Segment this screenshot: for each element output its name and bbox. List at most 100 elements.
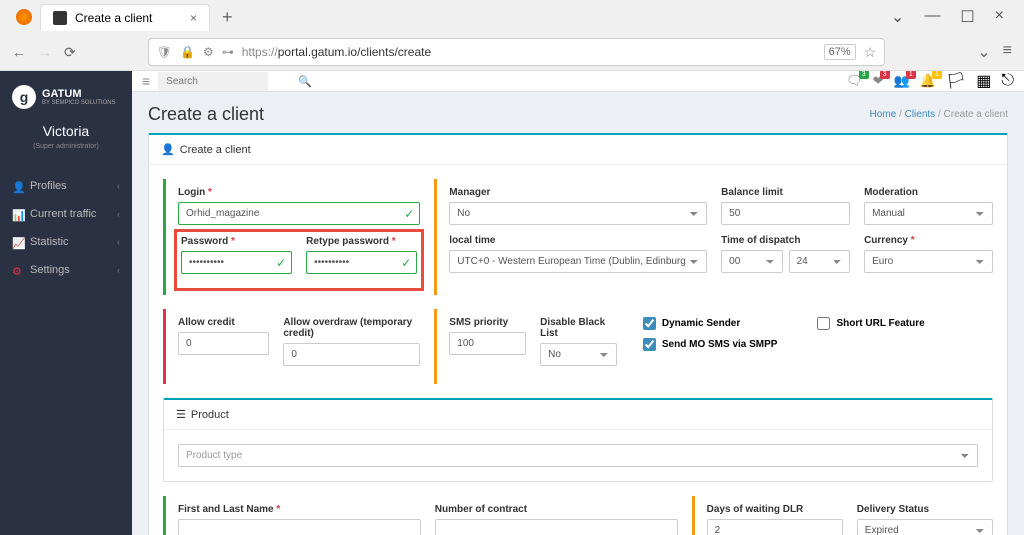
credit-input[interactable]	[178, 332, 269, 355]
page-title: Create a client	[148, 104, 264, 125]
sidebar-item-profiles[interactable]: 👤Profiles‹	[0, 172, 132, 200]
permissions-icon[interactable]: ⚙	[203, 45, 214, 59]
search-input[interactable]	[166, 76, 298, 87]
product-icon: ☰	[176, 408, 186, 421]
logout-icon[interactable]: ⎋	[1001, 72, 1014, 90]
sms-section: SMS priority Disable Black List No	[434, 309, 617, 384]
url-bar[interactable]: 🛡 🔒 ⚙ ⊶ https://portal.gatum.io/clients/…	[148, 38, 886, 66]
app-container: g GATUM BY SEMPICO SOLUTIONS Victoria (S…	[0, 71, 1024, 535]
user-icon: 👤	[161, 143, 175, 156]
main-content: ≡ 🔍 🗨3 ❤3 👥1 🔔1 🏳 ▦ ⎋ Create a client Ho…	[132, 71, 1024, 535]
currency-select[interactable]: Euro	[864, 250, 993, 273]
notif-icon-3[interactable]: 👥1	[894, 73, 910, 89]
retype-label: Retype password *	[306, 236, 417, 247]
tab-favicon	[53, 11, 67, 25]
password-highlight: Password * ✓ Retype password *	[174, 229, 424, 291]
sidebar: g GATUM BY SEMPICO SOLUTIONS Victoria (S…	[0, 71, 132, 535]
key-icon[interactable]: ⊶	[222, 45, 234, 59]
delivery-select[interactable]: Expired	[857, 519, 993, 535]
dynamic-sender-checkbox[interactable]	[643, 317, 656, 330]
crumb-current: Create a client	[944, 109, 1008, 120]
overdraw-input[interactable]	[283, 343, 420, 366]
check-icon: ✓	[401, 256, 411, 270]
close-tab-icon[interactable]: ×	[190, 11, 197, 25]
dispatch-from-select[interactable]: 00	[721, 250, 782, 273]
logo: g GATUM BY SEMPICO SOLUTIONS	[12, 85, 120, 109]
zoom-level[interactable]: 67%	[824, 44, 856, 60]
currency-label: Currency *	[864, 235, 993, 246]
close-window-button[interactable]: ×	[995, 7, 1004, 27]
back-button[interactable]: ←	[12, 44, 26, 60]
new-tab-button[interactable]: +	[222, 7, 233, 28]
name-input[interactable]	[178, 519, 421, 535]
user-name: Victoria	[12, 123, 120, 139]
reload-button[interactable]: ⟳	[64, 44, 76, 61]
panel-header: 👤 Create a client	[149, 135, 1007, 165]
chevron-down-icon[interactable]: ⌄	[891, 7, 904, 27]
window-controls: ⌄ — ☐ ×	[891, 7, 1016, 27]
search-icon[interactable]: 🔍	[298, 75, 312, 88]
url-text: https://portal.gatum.io/clients/create	[242, 45, 816, 59]
notif-icon-1[interactable]: 🗨3	[846, 73, 863, 89]
sidebar-item-traffic[interactable]: 📊Current traffic‹	[0, 200, 132, 228]
sidebar-item-settings[interactable]: ⚙Settings‹	[0, 256, 132, 284]
menu-icon[interactable]: ≡	[1003, 42, 1012, 62]
nav-bar: ← → ⟳ 🛡 🔒 ⚙ ⊶ https://portal.gatum.io/cl…	[0, 34, 1024, 70]
product-header: ☰ Product	[164, 400, 992, 430]
hamburger-icon[interactable]: ≡	[142, 73, 150, 89]
product-type-select[interactable]: Product type	[178, 444, 978, 467]
dispatch-to-select[interactable]: 24	[789, 250, 850, 273]
moderation-select[interactable]: Manual	[864, 202, 993, 225]
bookmark-icon[interactable]: ☆	[864, 44, 877, 61]
shield-icon[interactable]: 🛡	[157, 45, 172, 59]
crumb-clients[interactable]: Clients	[905, 109, 936, 120]
overdraw-label: Allow overdraw (temporary credit)	[283, 317, 420, 339]
minimize-button[interactable]: —	[924, 7, 940, 27]
login-label: Login *	[178, 187, 420, 198]
tab-bar: Create a client × + ⌄ — ☐ ×	[0, 0, 1024, 34]
notif-icon-2[interactable]: ❤3	[873, 73, 884, 89]
password-label: Password *	[181, 236, 292, 247]
lock-icon: 🔒	[180, 45, 195, 59]
delivery-label: Delivery Status	[857, 504, 993, 515]
firefox-icon	[16, 9, 32, 25]
dlr-label: Days of waiting DLR	[707, 504, 843, 515]
crumb-home[interactable]: Home	[870, 109, 897, 120]
short-url-checkbox[interactable]	[817, 317, 830, 330]
user-role: (Super administrator)	[12, 143, 120, 150]
credit-section: Allow credit Allow overdraw (temporary c…	[163, 309, 420, 384]
grid-icon[interactable]: ▦	[976, 71, 991, 91]
flag-icon[interactable]: 🏳	[946, 71, 966, 91]
priority-input[interactable]	[449, 332, 526, 355]
product-panel: ☰ Product Product type	[163, 398, 993, 482]
login-input[interactable]	[178, 202, 420, 225]
manager-label: Manager	[449, 187, 707, 198]
features-section: Dynamic Sender Send MO SMS via SMPP Shor…	[631, 309, 993, 384]
topbar: ≡ 🔍 🗨3 ❤3 👥1 🔔1 🏳 ▦ ⎋	[132, 71, 1024, 92]
blacklist-label: Disable Black List	[540, 317, 617, 339]
check-icon: ✓	[404, 207, 414, 221]
notif-icon-4[interactable]: 🔔1	[920, 73, 936, 89]
dlr-input[interactable]	[707, 519, 843, 535]
pocket-icon[interactable]: ⌄	[977, 42, 990, 62]
create-client-panel: 👤 Create a client Login * ✓	[148, 133, 1008, 535]
localtime-label: local time	[449, 235, 707, 246]
localtime-select[interactable]: UTC+0 - Western European Time (Dublin, E…	[449, 250, 707, 273]
browser-tab[interactable]: Create a client ×	[40, 4, 210, 31]
blacklist-select[interactable]: No	[540, 343, 617, 366]
moderation-label: Moderation	[864, 187, 993, 198]
name-label: First and Last Name *	[178, 504, 421, 515]
balance-input[interactable]	[721, 202, 850, 225]
search-box[interactable]: 🔍	[158, 72, 268, 91]
manager-select[interactable]: No	[449, 202, 707, 225]
tab-title: Create a client	[75, 11, 152, 25]
login-section: Login * ✓ Password *	[163, 179, 420, 295]
forward-button[interactable]: →	[38, 44, 52, 60]
send-mo-checkbox[interactable]	[643, 338, 656, 351]
contract-input[interactable]	[435, 519, 678, 535]
maximize-button[interactable]: ☐	[960, 7, 974, 27]
check-icon: ✓	[276, 256, 286, 270]
sidebar-item-statistic[interactable]: 📈Statistic‹	[0, 228, 132, 256]
contact-section: First and Last Name * Number of contract	[163, 496, 678, 535]
breadcrumb: Home / Clients / Create a client	[870, 109, 1008, 120]
